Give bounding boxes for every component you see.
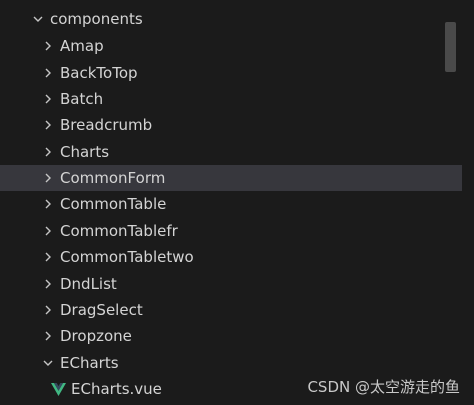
tree-folder-breadcrumb[interactable]: Breadcrumb (0, 112, 462, 138)
chevron-down-icon (30, 11, 46, 27)
tree-folder-label: DndList (60, 275, 117, 293)
tree-folder-label: Dropzone (60, 327, 132, 345)
tree-folder-label: CommonTabletwo (60, 248, 194, 266)
tree-folder-commontabletwo[interactable]: CommonTabletwo (0, 244, 462, 270)
tree-folder-backtotop[interactable]: BackToTop (0, 60, 462, 86)
chevron-down-icon (40, 355, 56, 371)
tree-file-label: ECharts.vue (71, 380, 162, 398)
tree-folder-label: CommonTable (60, 195, 167, 213)
file-explorer: components Amap BackToTop Batch Breadcru… (0, 0, 474, 405)
tree-folder-commonform[interactable]: CommonForm (0, 165, 462, 191)
chevron-right-icon (40, 170, 56, 186)
tree-folder-commontable[interactable]: CommonTable (0, 191, 462, 217)
chevron-right-icon (40, 223, 56, 239)
scrollbar-thumb[interactable] (445, 22, 456, 72)
chevron-right-icon (40, 328, 56, 344)
vue-icon (50, 381, 66, 397)
chevron-right-icon (40, 196, 56, 212)
tree-folder-label: Batch (60, 90, 104, 108)
tree-folder-label: components (50, 10, 143, 28)
tree-folder-components[interactable]: components (0, 6, 462, 32)
tree-folder-amap[interactable]: Amap (0, 33, 462, 59)
tree-folder-label: ECharts (60, 354, 119, 372)
tree-folder-dndlist[interactable]: DndList (0, 271, 462, 297)
tree-folder-dropzone[interactable]: Dropzone (0, 323, 462, 349)
tree-folder-echarts[interactable]: ECharts (0, 350, 462, 376)
tree-folder-label: CommonTablefr (60, 222, 178, 240)
tree-folder-label: Charts (60, 143, 110, 161)
chevron-right-icon (40, 65, 56, 81)
tree-folder-label: DragSelect (60, 301, 143, 319)
tree-folder-label: Breadcrumb (60, 116, 153, 134)
chevron-right-icon (40, 117, 56, 133)
tree-folder-label: CommonForm (60, 169, 166, 187)
tree-folder-label: BackToTop (60, 64, 138, 82)
tree-folder-charts[interactable]: Charts (0, 139, 462, 165)
tree-folder-batch[interactable]: Batch (0, 86, 462, 112)
chevron-right-icon (40, 38, 56, 54)
chevron-right-icon (40, 302, 56, 318)
tree-folder-commontablefr[interactable]: CommonTablefr (0, 218, 462, 244)
chevron-right-icon (40, 249, 56, 265)
chevron-right-icon (40, 91, 56, 107)
tree-folder-dragselect[interactable]: DragSelect (0, 297, 462, 323)
chevron-right-icon (40, 276, 56, 292)
watermark: CSDN @太空游走的鱼 (307, 378, 460, 396)
chevron-right-icon (40, 144, 56, 160)
tree-folder-label: Amap (60, 37, 104, 55)
